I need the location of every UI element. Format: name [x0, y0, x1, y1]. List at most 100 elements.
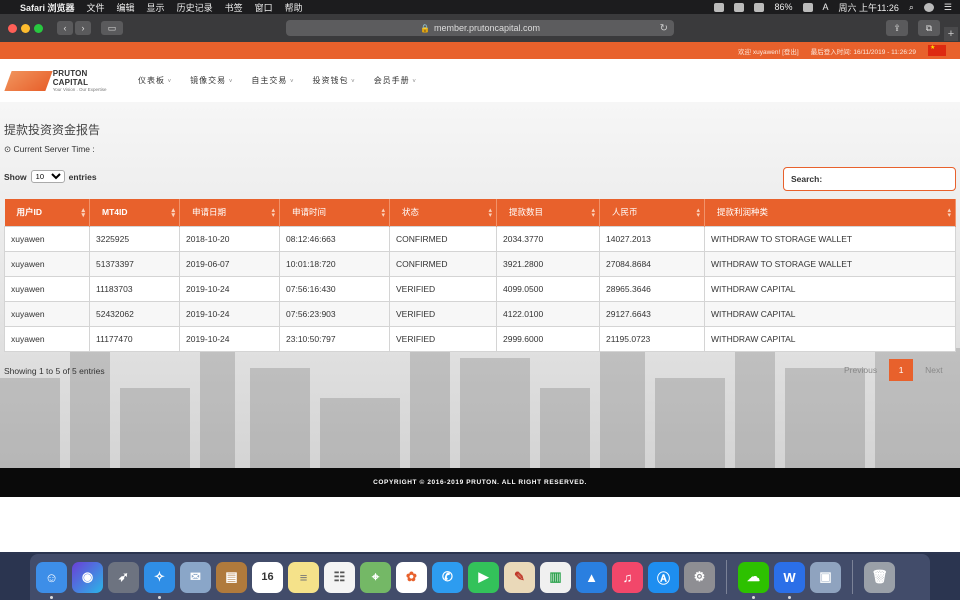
search-box: Search:: [783, 167, 956, 191]
col-rmb[interactable]: 人民币 ▴ ▾: [599, 199, 705, 226]
notification-center-icon[interactable]: ☰: [944, 2, 952, 13]
system-preferences-icon[interactable]: ⚙: [684, 561, 715, 593]
zoom-window-button[interactable]: [34, 23, 43, 33]
pages-icon[interactable]: ✎: [504, 561, 535, 593]
col-amount[interactable]: 提款数目 ▴ ▾: [496, 199, 600, 226]
col-apply-date[interactable]: 申请日期 ▴ ▾: [179, 199, 280, 226]
preview-icon[interactable]: ▣: [810, 561, 841, 593]
cell-type: WITHDRAW CAPITAL: [704, 300, 956, 327]
notes-icon[interactable]: ≡: [288, 561, 319, 593]
forward-button[interactable]: ›: [75, 21, 91, 35]
entries-select[interactable]: 10: [30, 170, 65, 183]
nav-self-trading[interactable]: 自主交易: [251, 75, 294, 86]
input-method[interactable]: A: [823, 2, 829, 12]
reload-icon[interactable]: ↻: [660, 23, 668, 34]
cell-rmb: 27084.8684: [599, 250, 705, 277]
col-withdraw-type[interactable]: 提款利润种类 ▴ ▾: [704, 199, 956, 226]
battery-percent[interactable]: 86%: [774, 2, 792, 12]
nav-member-handbook[interactable]: 会员手册: [374, 75, 417, 86]
dock-separator: [726, 560, 727, 594]
cell-user-id: xuyawen: [4, 225, 90, 252]
nav-dashboard[interactable]: 仪表板: [138, 75, 172, 86]
cell-mt4id: 51373397: [89, 250, 180, 277]
cell-date: 2019-10-24: [179, 300, 280, 327]
menu-bookmarks[interactable]: 书签: [225, 1, 243, 14]
new-tab-button[interactable]: +: [944, 27, 958, 41]
china-flag-icon[interactable]: [928, 44, 946, 56]
sidebar-toggle-icon[interactable]: ▭: [101, 21, 123, 35]
clock-icon: ⊙: [4, 144, 12, 154]
reminders-icon[interactable]: ☷: [324, 561, 355, 593]
col-apply-time[interactable]: 申请时间 ▴ ▾: [279, 199, 390, 226]
tabs-overview-icon[interactable]: ⧉: [918, 20, 940, 36]
col-status[interactable]: 状态 ▴ ▾: [389, 199, 497, 226]
cell-status: CONFIRMED: [389, 250, 497, 277]
siri-icon[interactable]: [923, 2, 934, 12]
cell-mt4id: 11183703: [89, 275, 180, 302]
launchpad-icon[interactable]: ➶: [108, 561, 139, 593]
page-1-button[interactable]: 1: [889, 359, 914, 381]
wps-icon[interactable]: W: [774, 561, 805, 599]
bluetooth-icon[interactable]: [734, 2, 745, 12]
menu-view[interactable]: 显示: [147, 1, 165, 14]
menu-edit[interactable]: 编辑: [117, 1, 135, 14]
music-icon[interactable]: ♫: [612, 561, 643, 593]
cell-status: CONFIRMED: [389, 225, 497, 252]
cell-time: 08:12:46:663: [279, 225, 390, 252]
contacts-icon[interactable]: ▤: [216, 561, 247, 593]
wifi-icon[interactable]: [754, 2, 765, 12]
menu-file[interactable]: 文件: [87, 1, 105, 14]
sort-icon: ▴ ▾: [81, 207, 85, 219]
mail-icon[interactable]: ✉: [180, 561, 211, 593]
table-row: xuyawen 11177470 2019-10-24 23:10:50:797…: [4, 325, 956, 352]
cell-time: 23:10:50:797: [279, 325, 390, 352]
clock[interactable]: 周六 上午11:26: [839, 1, 899, 14]
search-input[interactable]: [826, 174, 937, 184]
trash-icon[interactable]: 🗑: [864, 561, 895, 593]
col-user-id[interactable]: 用户ID ▴ ▾: [4, 199, 90, 226]
finder-icon[interactable]: ☺: [36, 561, 67, 599]
cell-status: VERIFIED: [389, 325, 497, 352]
keynote-icon[interactable]: ▲: [576, 561, 607, 593]
welcome-text[interactable]: 欢迎 xuyawen! [登出]: [738, 46, 799, 56]
safari-icon[interactable]: ✧: [144, 561, 175, 599]
cell-type: WITHDRAW CAPITAL: [704, 325, 956, 352]
previous-page-button[interactable]: Previous: [838, 365, 883, 375]
messages-icon[interactable]: ✆: [432, 561, 463, 593]
sort-icon: ▴ ▾: [488, 207, 492, 219]
numbers-icon[interactable]: ▥: [540, 561, 571, 593]
pruton-logo[interactable]: PRUTON CAPITAL Your Vision . Our Experti…: [4, 69, 120, 92]
share-icon[interactable]: ⇪: [886, 20, 908, 36]
menu-help[interactable]: 帮助: [285, 1, 303, 14]
user-info-strip: 欢迎 xuyawen! [登出] 最后登入时间: 16/11/2019 - 11…: [0, 42, 960, 59]
nav-mirror-trading[interactable]: 镜像交易: [190, 75, 233, 86]
address-bar[interactable]: 🔒 member.prutoncapital.com ↻: [286, 20, 674, 36]
battery-icon[interactable]: [802, 2, 813, 12]
minimize-window-button[interactable]: [21, 23, 30, 33]
calendar-icon[interactable]: 16: [252, 561, 283, 593]
wechat-icon[interactable]: ☁: [738, 561, 769, 599]
facetime-icon[interactable]: ▶: [468, 561, 499, 593]
next-page-button[interactable]: Next: [919, 365, 948, 375]
maps-icon[interactable]: ⌖: [360, 561, 391, 593]
cell-user-id: xuyawen: [4, 300, 90, 327]
back-button[interactable]: ‹: [57, 21, 73, 35]
cell-time: 07:56:23:903: [279, 300, 390, 327]
search-label: Search:: [791, 174, 823, 184]
siri-icon[interactable]: ◉: [72, 561, 103, 593]
server-time: ⊙ Current Server Time :: [4, 144, 95, 155]
close-window-button[interactable]: [8, 23, 17, 33]
table-info: Showing 1 to 5 of 5 entries: [4, 366, 105, 376]
nav-investment-wallet[interactable]: 投资钱包: [313, 75, 356, 86]
wechat-status-icon[interactable]: [714, 2, 725, 12]
sort-icon: ▴ ▾: [271, 207, 275, 219]
menu-window[interactable]: 窗口: [255, 1, 273, 14]
photos-icon[interactable]: ✿: [396, 561, 427, 593]
app-menu[interactable]: Safari 浏览器: [20, 1, 75, 14]
app-store-icon[interactable]: Ⓐ: [648, 561, 679, 593]
menu-history[interactable]: 历史记录: [177, 1, 213, 14]
col-mt4id[interactable]: MT4ID ▴ ▾: [89, 199, 180, 226]
dock-separator: [852, 560, 853, 594]
main-navbar: PRUTON CAPITAL Your Vision . Our Experti…: [0, 59, 960, 102]
spotlight-icon[interactable]: ⌕: [909, 2, 914, 13]
